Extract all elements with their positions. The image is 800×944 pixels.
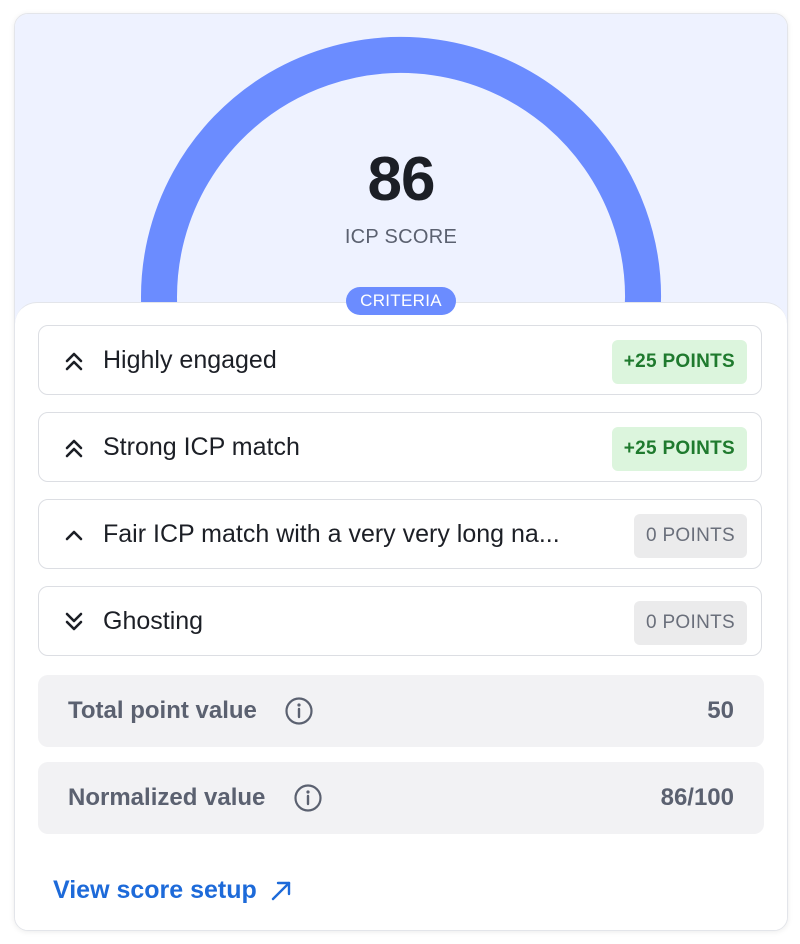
normalized-value-label: Normalized value: [68, 784, 266, 811]
total-point-label: Total point value: [68, 697, 257, 724]
info-icon[interactable]: [284, 696, 314, 726]
info-icon[interactable]: [293, 783, 323, 813]
points-badge: +25 POINTS: [611, 340, 747, 384]
normalized-value-row: Normalized value 86/100: [38, 762, 764, 834]
double-chevron-down-icon: [65, 612, 83, 631]
score-gauge: 86 ICP SCORE: [15, 14, 787, 324]
criteria-item-fair-icp-match[interactable]: Fair ICP match with a very very long na.…: [38, 499, 762, 569]
view-score-setup-label: View score setup: [53, 876, 257, 904]
total-point-value: 50: [707, 697, 734, 724]
criteria-item-label: Fair ICP match with a very very long na.…: [103, 520, 560, 548]
criteria-item-label: Ghosting: [103, 607, 204, 635]
criteria-item-label: Strong ICP match: [103, 433, 300, 461]
score-value: 86: [367, 145, 436, 214]
double-chevron-up-icon: [65, 352, 83, 371]
view-score-setup-link[interactable]: View score setup: [53, 876, 293, 905]
criteria-item-highly-engaged[interactable]: Highly engaged +25 POINTS: [38, 325, 762, 395]
normalized-value: 86/100: [660, 784, 734, 811]
criteria-item-label: Highly engaged: [103, 346, 277, 374]
criteria-item-ghosting[interactable]: Ghosting 0 POINTS: [38, 586, 762, 656]
icp-score-card: 86 ICP SCORE CRITERIA Highly engaged +25…: [14, 13, 788, 931]
points-badge: 0 POINTS: [634, 601, 747, 645]
criteria-item-strong-icp-match[interactable]: Strong ICP match +25 POINTS: [38, 412, 762, 482]
double-chevron-up-icon: [65, 439, 83, 458]
criteria-pill: CRITERIA: [346, 287, 456, 315]
score-label: ICP SCORE: [344, 226, 458, 248]
arrow-up-right-icon: [271, 881, 290, 900]
points-badge: +25 POINTS: [611, 427, 747, 471]
points-badge: 0 POINTS: [634, 514, 747, 558]
chevron-up-icon: [65, 530, 83, 541]
total-point-value-row: Total point value 50: [38, 675, 764, 747]
criteria-panel: CRITERIA Highly engaged +25 POINTS Stron…: [15, 287, 787, 930]
